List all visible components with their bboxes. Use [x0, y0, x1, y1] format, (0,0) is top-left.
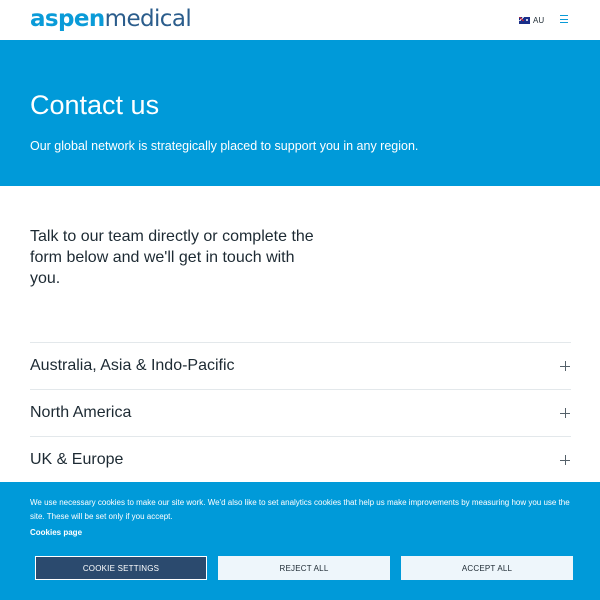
hero-banner: Contact us Our global network is strateg… [0, 40, 600, 186]
accordion-item-label: North America [30, 404, 132, 421]
hero-subtitle: Our global network is strategically plac… [30, 139, 419, 153]
page-title: Contact us [30, 90, 160, 120]
cookie-banner: We use necessary cookies to make our sit… [0, 482, 600, 600]
region-selector[interactable]: AU [519, 13, 544, 27]
plus-icon [560, 361, 570, 371]
region-label: AU [533, 15, 545, 25]
accordion-item-label: Australia, Asia & Indo-Pacific [30, 357, 235, 374]
cookie-message: We use necessary cookies to make our sit… [30, 498, 570, 521]
plus-icon [560, 455, 570, 465]
accordion-item-north-america[interactable]: North America [30, 389, 571, 436]
logo-text-medical: medical [104, 6, 192, 32]
logo-text-aspen: aspen [30, 6, 105, 32]
hamburger-menu-icon[interactable] [560, 15, 568, 23]
australia-flag-icon [519, 16, 530, 24]
regions-accordion: Australia, Asia & Indo-Pacific North Ame… [30, 342, 571, 483]
accordion-item-label: UK & Europe [30, 451, 124, 468]
reject-all-button[interactable]: REJECT ALL [218, 556, 390, 580]
accept-all-button[interactable]: ACCEPT ALL [401, 556, 573, 580]
accordion-item-uk-europe[interactable]: UK & Europe [30, 436, 571, 483]
aspen-medical-logo[interactable]: aspenmedical [30, 5, 192, 33]
site-header: aspenmedical AU [0, 0, 600, 40]
plus-icon [560, 408, 570, 418]
accordion-item-australia-asia[interactable]: Australia, Asia & Indo-Pacific [30, 342, 571, 389]
cookies-page-link[interactable]: Cookies page [30, 528, 82, 537]
cookie-settings-button[interactable]: COOKIE SETTINGS [35, 556, 207, 580]
intro-text: Talk to our team directly or complete th… [30, 228, 314, 287]
